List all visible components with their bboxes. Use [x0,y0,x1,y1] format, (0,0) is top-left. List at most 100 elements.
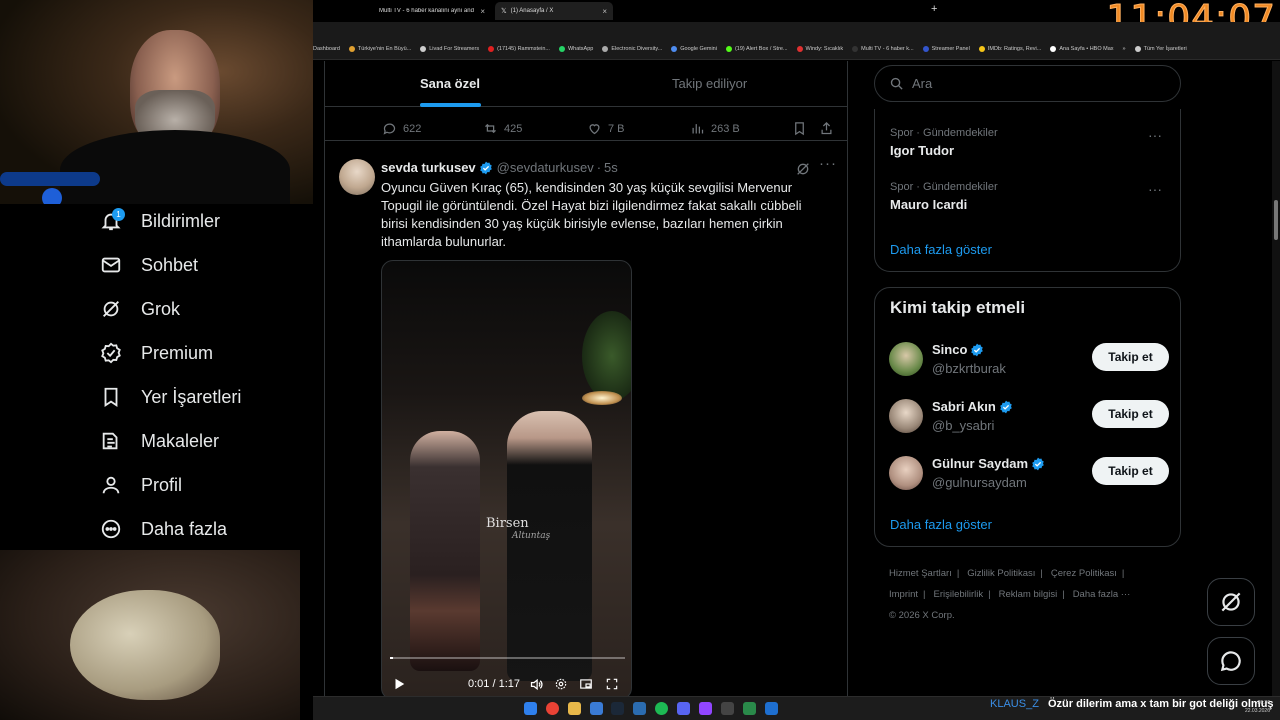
reply-button[interactable]: 622 [382,121,421,136]
bookmark-item[interactable]: Türkiye'nin En Büyü... [348,45,412,52]
footer-link[interactable]: Gizlilik Politikası [967,568,1035,579]
avatar[interactable] [889,456,923,490]
x-logo-icon: 𝕏 [501,8,507,15]
app-icon[interactable] [765,702,778,715]
tab-following[interactable]: Takip ediliyor [672,76,747,91]
video-controls: 0:01 / 1:17 [382,669,631,696]
nav-item-verified-badge[interactable]: Premium [100,338,213,368]
pip-icon[interactable] [579,677,593,691]
bookmark-item[interactable]: Livad For Streamers [420,45,479,52]
follow-suggestion[interactable]: Gülnur Saydam @gulnursaydam Takip et [889,454,1169,494]
trend-item[interactable]: Spor · Gündemdekiler Mauro Icardi ··· [890,181,1170,212]
bookmark-item[interactable]: (17145) Rammstein... [488,45,550,52]
settings-icon[interactable] [554,677,568,691]
more-options-button[interactable]: ··· [1148,127,1162,143]
bookmark-icon[interactable] [792,121,807,136]
footer-link[interactable]: Reklam bilgisi [999,589,1058,600]
follow-button[interactable]: Takip et [1092,457,1169,485]
volume-icon[interactable] [529,677,544,692]
more-options-button[interactable]: ··· [819,155,837,172]
user-name[interactable]: Gülnur Saydam [932,456,1045,471]
bookmark-item[interactable]: WhatsApp [558,45,593,52]
user-name-text: Sinco [932,342,968,357]
tweet-time[interactable]: 5s [604,160,618,175]
bookmark-item[interactable]: Electronic Diversity... [602,45,662,52]
who-to-follow-show-more-link[interactable]: Daha fazla göster [890,517,992,532]
repost-button[interactable]: 425 [483,121,522,136]
new-tab-button[interactable]: + [931,3,937,15]
grok-icon[interactable] [795,161,811,177]
views-button[interactable]: 263 B [690,121,740,136]
like-button[interactable]: 7 B [587,121,625,136]
follow-button[interactable]: Takip et [1092,400,1169,428]
bookmark-item[interactable]: Multi TV - 6 haber k... [852,45,914,52]
nav-item-more-circle[interactable]: Daha fazla [100,514,227,544]
user-name[interactable]: Sinco [932,342,984,357]
nav-item-grok[interactable]: Grok [100,294,180,324]
discord-icon[interactable] [677,702,690,715]
twitch-icon[interactable] [699,702,712,715]
windows-start-icon[interactable] [524,702,537,715]
follow-button[interactable]: Takip et [1092,343,1169,371]
page-scrollbar[interactable] [1272,61,1280,696]
bookmark-item[interactable]: (19) Alert Box / Stre... [725,45,788,52]
tab-for-you[interactable]: Sana özel [420,76,480,91]
search-bar[interactable] [874,65,1181,102]
spotify-icon[interactable] [655,702,668,715]
steam-icon[interactable] [611,702,624,715]
nav-item-envelope[interactable]: Sohbet [100,250,198,280]
trends-show-more-link[interactable]: Daha fazla göster [890,242,992,257]
close-icon[interactable]: × [480,7,485,16]
more-options-button[interactable]: ··· [1148,181,1162,197]
browser-tab-active[interactable]: 𝕏 (1) Anasayfa / X × [495,2,613,20]
bookmark-item[interactable]: Dashboard [313,46,340,52]
bookmark-item[interactable]: IMDb: Ratings, Revi... [978,45,1041,52]
footer-link[interactable]: Çerez Politikası [1051,568,1117,579]
author-handle[interactable]: @sevdaturkusev [497,160,594,175]
view-count: 263 B [711,122,740,135]
avatar[interactable] [889,399,923,433]
app-icon[interactable] [590,702,603,715]
grok-button[interactable] [1207,578,1255,626]
bookmark-item[interactable]: Google Gemini [671,45,717,52]
footer-link[interactable]: Erişilebilirlik [934,589,984,600]
nav-item-article[interactable]: Makaleler [100,426,219,456]
follow-suggestion[interactable]: Sabri Akın @b_ysabri Takip et [889,397,1169,437]
author-name[interactable]: sevda turkusev [381,160,476,175]
nav-item-bookmark[interactable]: Yer İşaretleri [100,382,241,412]
play-icon[interactable] [392,677,406,691]
bookmark-item[interactable]: Tüm Yer İşaretleri [1134,45,1187,52]
search-input[interactable] [912,76,1152,91]
footer-separator: | [956,568,960,579]
app-icon[interactable] [743,702,756,715]
chrome-icon[interactable] [546,702,559,715]
messages-button[interactable] [1207,637,1255,685]
tweet-header: sevda turkusev @sevdaturkusev · 5s [381,160,618,175]
bookmark-item[interactable]: Streamer Panel [922,45,970,52]
video-progress-bar[interactable] [390,657,625,659]
browser-tab[interactable]: Multi TV - 6 haber kanalını aynı anda iz… [373,2,491,20]
share-icon[interactable] [819,121,834,136]
trend-item[interactable]: Spor · Gündemdekiler Igor Tudor ··· [890,127,1170,158]
bookmark-label: Türkiye'nin En Büyü... [357,45,412,52]
fullscreen-icon[interactable] [605,677,619,691]
footer-link[interactable]: Hizmet Şartları [889,568,952,579]
nav-item-bell[interactable]: Bildirimler 1 [100,206,220,236]
user-name[interactable]: Sabri Akın [932,399,1013,414]
avatar[interactable] [339,159,375,195]
bookmark-item[interactable]: Ana Sayfa • HBO Max [1050,45,1114,52]
app-icon[interactable] [633,702,646,715]
follow-suggestion[interactable]: Sinco @bzkrtburak Takip et [889,340,1169,380]
footer-link[interactable]: Daha fazla ··· [1073,589,1131,600]
bookmark-item[interactable]: Windy: Sıcaklık [796,45,843,52]
scrollbar-thumb[interactable] [1274,200,1278,240]
footer-link[interactable]: Imprint [889,589,918,600]
app-icon[interactable] [721,702,734,715]
bookmark-item[interactable]: » [1123,46,1126,52]
close-icon[interactable]: × [602,7,607,16]
avatar[interactable] [889,342,923,376]
tweet-video[interactable]: Birsen Altuntaş 0:01 / 1:17 [381,260,632,696]
bookmark-favicon-icon [348,45,355,52]
folder-icon[interactable] [568,702,581,715]
nav-item-person[interactable]: Profil [100,470,182,500]
